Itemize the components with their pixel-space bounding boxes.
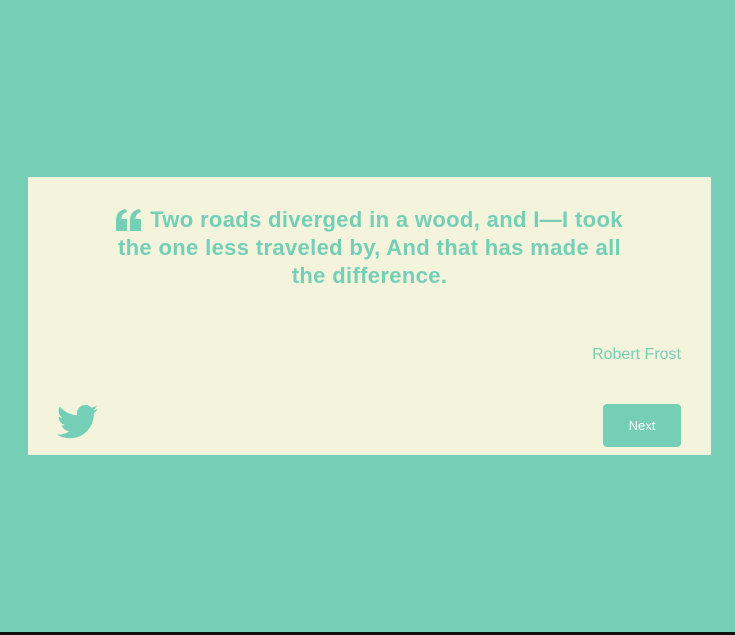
quote-left-icon [116,209,142,231]
next-quote-button[interactable]: Next [603,404,681,447]
quote-text: Two roads diverged in a wood, and I—I to… [117,207,623,288]
twitter-icon [57,404,98,440]
tweet-button[interactable] [57,404,98,440]
quote-block: Two roads diverged in a wood, and I—I to… [98,206,641,290]
quote-author: Robert Frost [592,346,681,363]
quote-card: Two roads diverged in a wood, and I—I to… [28,177,711,455]
